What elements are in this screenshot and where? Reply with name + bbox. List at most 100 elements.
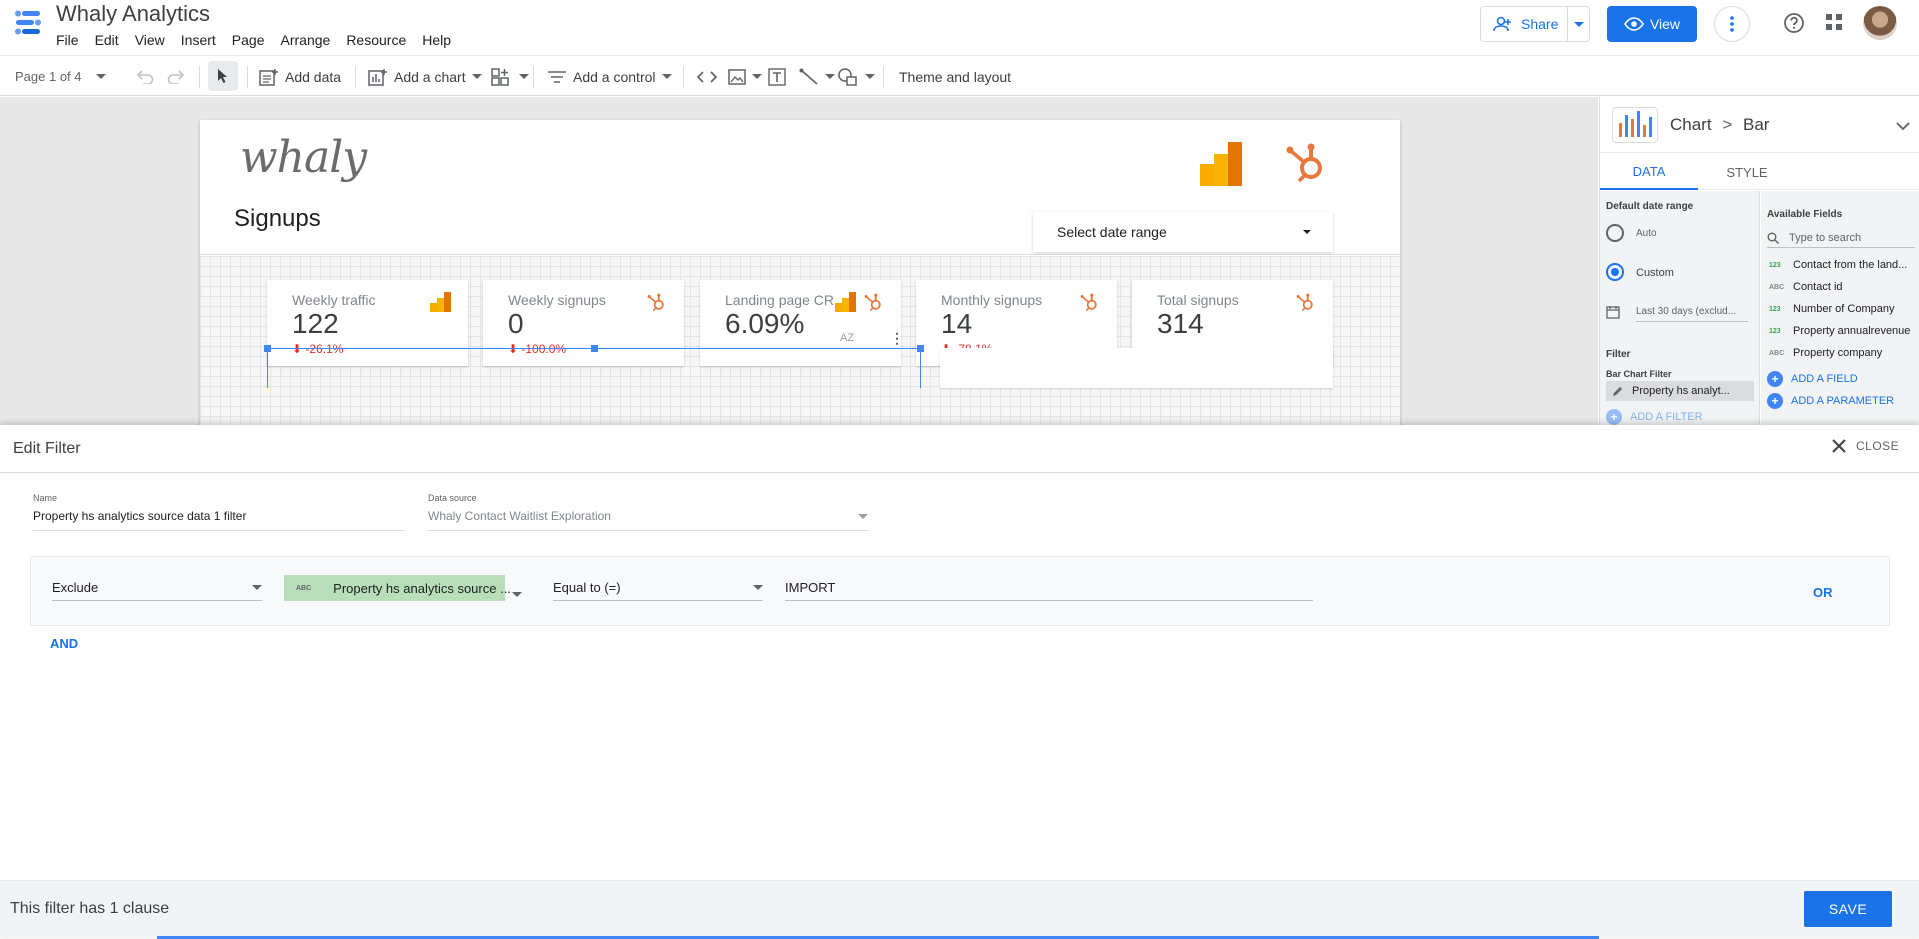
field-name: Contact from the land... — [1793, 259, 1908, 271]
menu-bar: File Edit View Insert Page Arrange Resou… — [56, 32, 467, 48]
menu-page[interactable]: Page — [232, 32, 275, 48]
breadcrumb-separator: > — [1722, 115, 1733, 134]
sort-az-icon[interactable]: AZ — [840, 332, 854, 344]
more-options-button[interactable] — [1714, 6, 1750, 42]
add-parameter-link[interactable]: + ADD A PARAMETER — [1767, 393, 1894, 409]
chevron-down-icon — [752, 74, 762, 79]
help-icon[interactable] — [1783, 12, 1805, 37]
radio-auto[interactable] — [1606, 224, 1624, 242]
chevron-down-icon — [95, 74, 106, 79]
field-type-text: ABC — [1769, 349, 1785, 357]
save-button[interactable]: SAVE — [1804, 891, 1892, 927]
chart-options-icon[interactable]: ⋮ — [890, 330, 904, 347]
dimension-chip[interactable]: ABC Property hs analytics source ... — [284, 575, 511, 601]
edit-pencil-icon — [1612, 385, 1624, 397]
properties-tabs: DATA STYLE — [1600, 154, 1919, 190]
add-control-button[interactable]: Add a control — [547, 56, 672, 97]
resize-handle[interactable] — [917, 345, 924, 352]
chevron-down-icon[interactable] — [1896, 119, 1910, 134]
radio-auto-label: Auto — [1636, 228, 1657, 239]
shape-tool-icon[interactable] — [837, 56, 875, 97]
close-button[interactable]: CLOSE — [1832, 439, 1899, 453]
add-data-label: Add data — [285, 68, 342, 85]
field-item[interactable]: 123 Contact from the land... — [1769, 257, 1907, 273]
menu-help[interactable]: Help — [422, 32, 461, 48]
active-filter-chip[interactable]: Property hs analyt... — [1606, 381, 1754, 401]
field-item[interactable]: ABC Property company — [1769, 345, 1882, 361]
add-filter-label: ADD A FILTER — [1630, 411, 1703, 423]
menu-edit[interactable]: Edit — [95, 32, 129, 48]
add-control-label: Add a control — [573, 68, 656, 85]
tab-data[interactable]: DATA — [1600, 154, 1698, 190]
close-icon — [1832, 439, 1846, 453]
bar-chart-filter-label: Bar Chart Filter — [1606, 369, 1672, 379]
filter-name-input[interactable]: Property hs analytics source data 1 filt… — [33, 509, 404, 531]
data-source-select[interactable]: Whaly Contact Waitlist Exploration — [428, 509, 868, 531]
operator-select[interactable]: Equal to (=) — [553, 575, 763, 601]
hubspot-icon — [863, 292, 883, 315]
user-avatar[interactable] — [1863, 6, 1897, 40]
include-exclude-select[interactable]: Exclude — [52, 575, 262, 601]
more-vert-icon — [1730, 16, 1734, 32]
menu-file[interactable]: File — [56, 32, 89, 48]
add-data-button[interactable]: Add data — [259, 56, 341, 97]
field-search-input[interactable]: Type to search — [1767, 228, 1915, 248]
text-box-icon[interactable] — [768, 56, 786, 97]
community-visualizations-button[interactable] — [491, 56, 529, 97]
dimension-dropdown-icon[interactable] — [512, 585, 522, 600]
redo-icon[interactable] — [167, 56, 185, 97]
menu-insert[interactable]: Insert — [181, 32, 226, 48]
view-button[interactable]: View — [1607, 6, 1697, 42]
search-placeholder: Type to search — [1789, 231, 1862, 244]
editor-toolbar: Page 1 of 4 Add data Add a chart Add a c… — [0, 55, 1919, 96]
looker-studio-logo-icon[interactable] — [12, 8, 44, 38]
add-chart-button[interactable]: Add a chart — [368, 56, 482, 97]
field-name: Number of Company — [1793, 303, 1895, 315]
line-tool-icon[interactable] — [799, 56, 835, 97]
field-item[interactable]: 123 Property annualrevenue — [1769, 323, 1910, 339]
tab-style[interactable]: STYLE — [1698, 154, 1796, 190]
bar-chart-icon[interactable] — [1612, 107, 1658, 143]
selected-chart[interactable] — [264, 345, 924, 388]
edit-filter-footer: This filter has 1 clause SAVE — [0, 880, 1919, 939]
breadcrumb-root: Chart — [1670, 115, 1712, 134]
menu-view[interactable]: View — [135, 32, 175, 48]
radio-custom[interactable] — [1606, 263, 1624, 281]
apps-grid-icon[interactable] — [1825, 13, 1843, 34]
or-button[interactable]: OR — [1813, 585, 1833, 600]
field-item[interactable]: ABC Contact id — [1769, 279, 1843, 295]
page-indicator: Page 1 of 4 — [15, 69, 82, 84]
field-item[interactable]: 123 Number of Company — [1769, 301, 1895, 317]
available-fields-column: Available Fields Type to search 123 Conta… — [1761, 191, 1919, 425]
share-dropdown-button[interactable] — [1567, 6, 1590, 42]
google-analytics-icon — [835, 292, 857, 315]
theme-and-layout-button[interactable]: Theme and layout — [899, 56, 1011, 97]
date-range-control[interactable]: Select date range — [1033, 212, 1333, 252]
add-chart-icon — [368, 68, 388, 86]
custom-date-range-selector[interactable]: Last 30 days (exclud... — [1636, 306, 1748, 322]
menu-resource[interactable]: Resource — [346, 32, 416, 48]
data-source-value: Whaly Contact Waitlist Exploration — [428, 509, 611, 523]
add-parameter-label: ADD A PARAMETER — [1791, 395, 1895, 407]
embed-code-icon[interactable] — [696, 56, 718, 97]
add-filter-link[interactable]: + ADD A FILTER — [1606, 409, 1703, 425]
date-range-label: Select date range — [1057, 224, 1167, 240]
resize-handle[interactable] — [264, 345, 271, 352]
undo-icon[interactable] — [136, 56, 154, 97]
chevron-down-icon — [519, 74, 529, 79]
filter-value: IMPORT — [785, 580, 836, 595]
chevron-down-icon — [252, 585, 262, 590]
image-icon[interactable] — [728, 56, 762, 97]
app-title[interactable]: Whaly Analytics — [56, 1, 210, 27]
and-button[interactable]: AND — [50, 636, 78, 651]
add-field-link[interactable]: + ADD A FIELD — [1767, 371, 1858, 387]
report-page: whaly Signups Select date range Weekly t… — [200, 120, 1400, 425]
select-tool-button[interactable] — [208, 61, 238, 91]
resize-handle[interactable] — [591, 345, 598, 352]
chevron-down-icon — [1574, 21, 1584, 27]
menu-arrange[interactable]: Arrange — [281, 32, 341, 48]
data-source-label: Data source — [428, 493, 477, 503]
page-selector[interactable]: Page 1 of 4 — [15, 56, 106, 97]
chart-card[interactable] — [940, 348, 1333, 388]
filter-value-input[interactable]: IMPORT — [785, 575, 1313, 601]
